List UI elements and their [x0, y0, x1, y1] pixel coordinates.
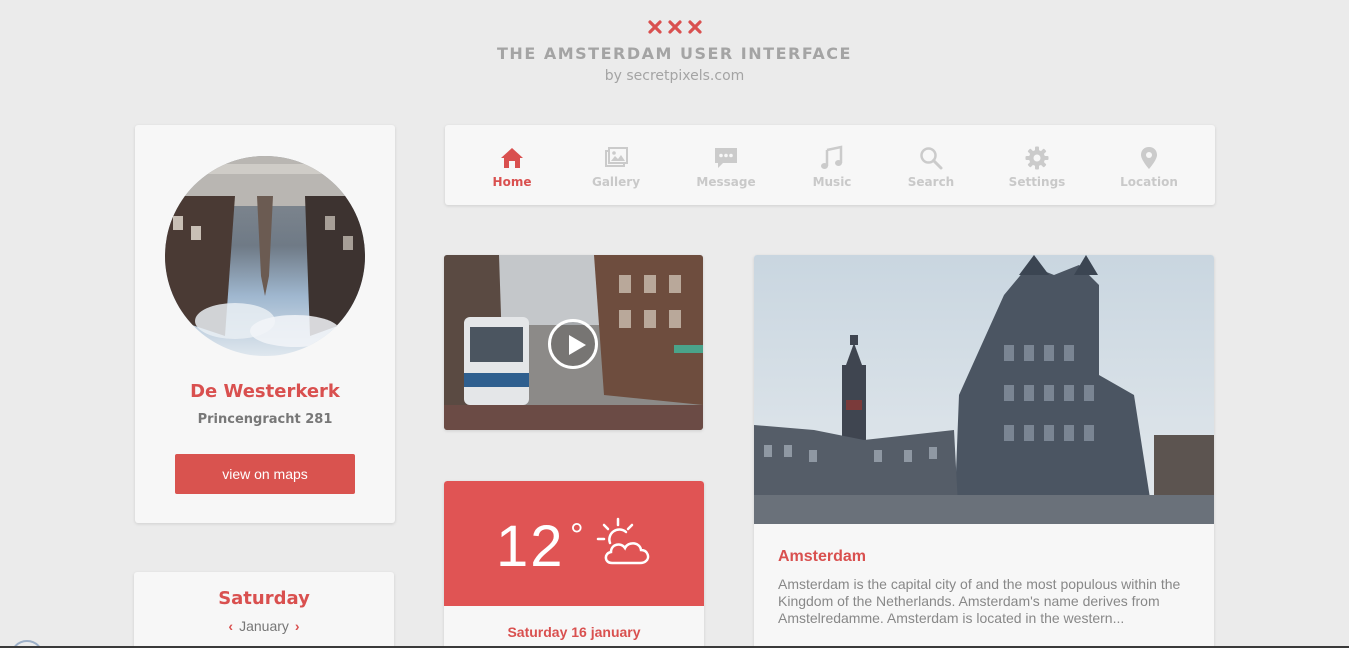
nav-label: Home	[492, 175, 532, 189]
music-icon	[821, 145, 843, 169]
amsterdam-photo	[754, 255, 1214, 524]
message-icon	[715, 148, 737, 168]
nav-item-search[interactable]: Search	[886, 145, 976, 189]
weather-panel: 12 °	[444, 481, 704, 606]
search-icon	[920, 147, 943, 170]
article-card: Amsterdam Amsterdam is the capital city …	[754, 255, 1214, 648]
gear-icon	[1025, 146, 1049, 170]
avatar	[165, 156, 365, 356]
article-body: Amsterdam is the capital city of and the…	[778, 576, 1181, 626]
location-pin-icon	[1141, 147, 1157, 169]
calendar-month: January	[239, 618, 289, 634]
nav-label: Music	[812, 175, 852, 189]
video-card[interactable]	[444, 255, 703, 430]
weather-date: Saturday 16 january	[507, 624, 641, 640]
nav-label: Message	[696, 175, 756, 189]
profile-card: De Westerkerk Princengracht 281 view on …	[135, 125, 395, 523]
home-icon	[501, 148, 523, 168]
nav-item-home[interactable]: Home	[467, 145, 557, 189]
nav-item-music[interactable]: Music	[787, 145, 877, 189]
x-icon	[688, 20, 702, 34]
article-title[interactable]: Amsterdam	[778, 548, 866, 566]
nav-item-gallery[interactable]: Gallery	[571, 145, 661, 189]
chevron-right-icon[interactable]: ›	[295, 618, 300, 634]
weather-card: 12 ° Saturday 16 january	[444, 481, 704, 648]
nav-label: Search	[907, 175, 955, 189]
site-title: THE AMSTERDAM USER INTERFACE	[497, 44, 852, 63]
play-icon	[569, 335, 586, 355]
nav-item-location[interactable]: Location	[1104, 145, 1194, 189]
site-subtitle[interactable]: by secretpixels.com	[0, 68, 1349, 84]
nav-label: Location	[1120, 175, 1178, 189]
calendar-month-picker: ‹ January ›	[134, 618, 394, 634]
logo-xxx	[648, 20, 702, 34]
sun-cloud-icon	[596, 517, 650, 565]
place-address: Princengracht 281	[197, 412, 333, 427]
place-name: De Westerkerk	[190, 381, 340, 402]
x-icon	[668, 20, 682, 34]
view-on-maps-button[interactable]: view on maps	[175, 454, 355, 494]
nav-label: Gallery	[591, 175, 641, 189]
calendar-day: Saturday	[218, 588, 310, 609]
westerkerk-reflection-photo	[165, 156, 365, 356]
nav-item-settings[interactable]: Settings	[992, 145, 1082, 189]
nav-label: Settings	[1008, 175, 1066, 189]
x-icon	[648, 20, 662, 34]
play-button[interactable]	[548, 319, 598, 369]
gallery-icon	[605, 147, 628, 167]
main-navigation: Home Gallery Message Music Search Settin…	[445, 125, 1215, 205]
degree-symbol: °	[570, 517, 584, 555]
temperature: 12	[496, 514, 565, 579]
calendar-card: Saturday ‹ January ›	[134, 572, 394, 648]
chevron-left-icon[interactable]: ‹	[228, 618, 233, 634]
nav-item-message[interactable]: Message	[681, 145, 771, 189]
